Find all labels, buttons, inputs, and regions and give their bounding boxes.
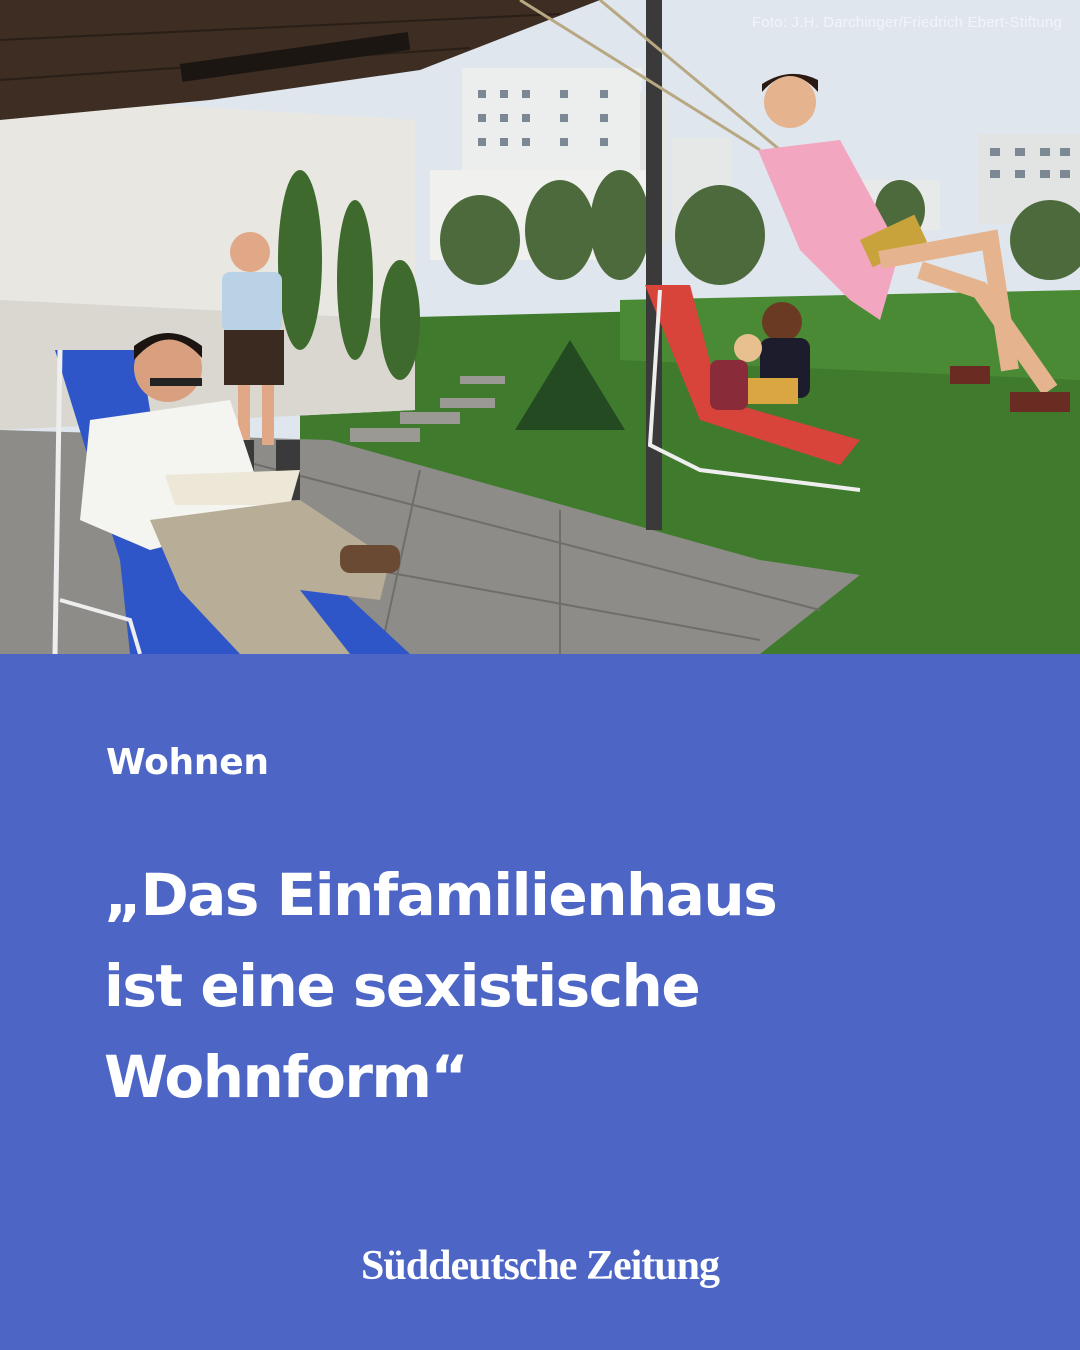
- headline-line: „Das Einfamilienhaus: [104, 861, 778, 929]
- headline-line: ist eine sexistische: [104, 952, 701, 1020]
- headline-panel: Wohnen „Das Einfamilienhaus ist eine sex…: [0, 654, 1080, 1350]
- headline: „Das Einfamilienhaus ist eine sexistisch…: [104, 850, 1004, 1123]
- brand-logo: Süddeutsche Zeitung: [361, 1243, 720, 1289]
- headline-line: Wohnform“: [104, 1043, 469, 1111]
- hero-photo: Foto: J.H. Darchinger/Friedrich Ebert-St…: [0, 0, 1080, 654]
- garden-family-illustration: [0, 0, 1080, 654]
- instagram-post: Foto: J.H. Darchinger/Friedrich Ebert-St…: [0, 0, 1080, 1350]
- section-kicker: Wohnen: [106, 742, 269, 783]
- photo-credit: Foto: J.H. Darchinger/Friedrich Ebert-St…: [751, 14, 1062, 31]
